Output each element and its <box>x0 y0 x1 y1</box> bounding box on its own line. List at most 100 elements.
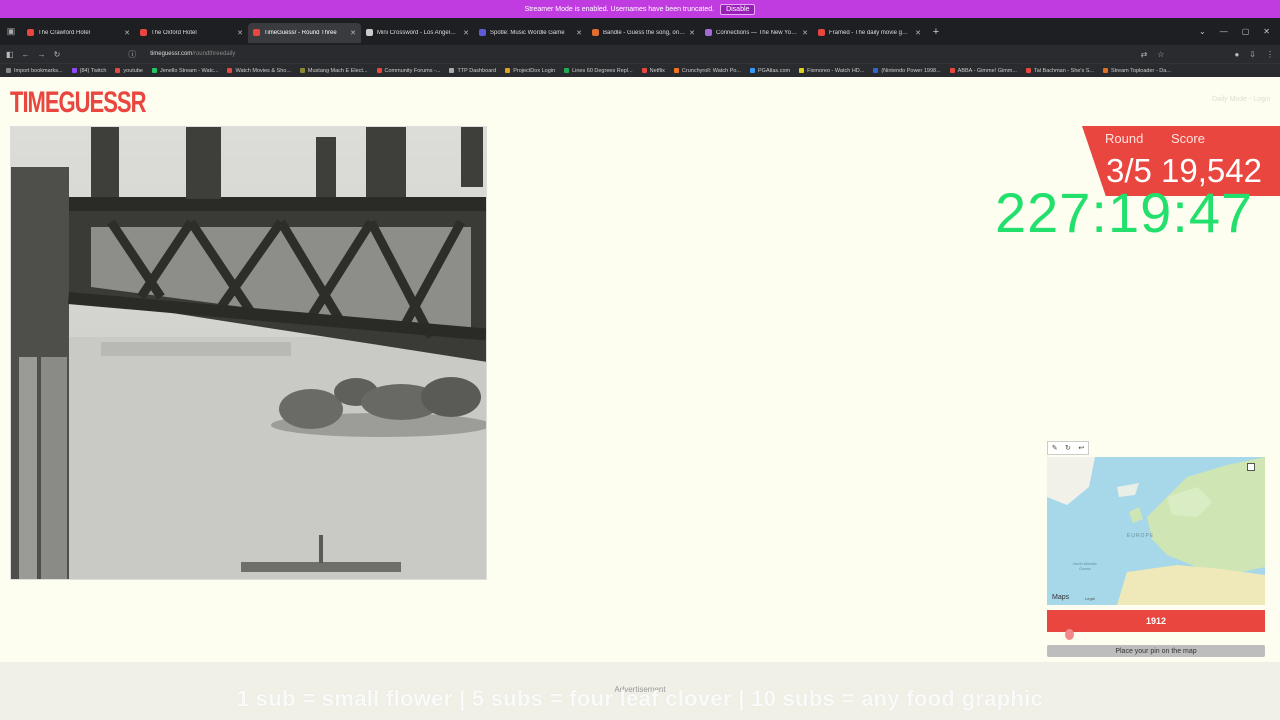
round-photo[interactable] <box>10 126 487 580</box>
bookmark-favicon <box>505 68 511 73</box>
site-info-icon[interactable]: ⓘ <box>128 49 136 60</box>
stream-overlay-text: 1 sub = small flower | 5 subs = four lea… <box>236 686 1044 711</box>
bookmark-label: Community Forums -... <box>384 67 441 74</box>
tab-2[interactable]: TimeGuessr - Round Three ✕ <box>248 22 361 43</box>
tab-3[interactable]: Mini Crossword - Los Angeles T ✕ <box>361 23 474 43</box>
draw-icon[interactable]: ✎ <box>1052 444 1058 452</box>
tab-favicon <box>818 29 825 36</box>
bookmark-label: Fixmoreo - Watch HD... <box>807 67 865 74</box>
bookmark-item[interactable]: PGAtlas.com <box>750 68 790 74</box>
extension-icon[interactable]: ● <box>1234 50 1239 59</box>
map-legal-link[interactable]: Legal <box>1085 596 1095 601</box>
new-tab-icon[interactable]: + <box>926 26 946 38</box>
disable-streamer-mode-button[interactable]: Disable <box>720 3 756 15</box>
forward-icon[interactable]: → <box>38 50 46 59</box>
tab-0[interactable]: The Crawford Hotel ✕ <box>22 23 135 43</box>
map-land-graphic <box>1047 457 1265 605</box>
bookmark-item[interactable]: ProjectDox Login <box>505 68 555 74</box>
bookmark-favicon <box>750 68 755 73</box>
close-tab-icon[interactable]: ✕ <box>576 29 582 37</box>
tab-title: Spotle: Music Wordle Game <box>490 29 565 36</box>
year-slider[interactable] <box>1047 633 1265 639</box>
tab-6[interactable]: Connections — The New York T ✕ <box>700 23 813 43</box>
bookmark-item[interactable]: TTP Dashboard <box>449 68 496 74</box>
tab-favicon <box>366 29 373 36</box>
rotate-icon[interactable]: ↻ <box>1065 444 1071 452</box>
tab-7[interactable]: Framed - The daily movie gues ✕ <box>813 23 926 43</box>
guess-map[interactable]: EUROPE North Atlantic Ocean Maps Legal <box>1047 457 1265 605</box>
tab-search-icon[interactable]: ⌄ <box>1199 27 1206 36</box>
bookmark-item[interactable]: Community Forums -... <box>376 67 441 74</box>
tab-4[interactable]: Spotle: Music Wordle Game ✕ <box>474 23 587 43</box>
score-label: Score <box>1171 131 1205 146</box>
bookmark-label: Crunchyroll: Watch Po... <box>681 67 741 74</box>
close-tab-icon[interactable]: ✕ <box>124 29 130 37</box>
bookmark-star-icon[interactable]: ☆ <box>1157 50 1164 59</box>
bookmark-label: Jenello Stream - Watc... <box>159 67 219 74</box>
countdown-timer: 227:19:47 <box>995 181 1254 244</box>
undo-icon[interactable]: ↩ <box>1078 444 1084 452</box>
close-tab-icon[interactable]: ✕ <box>689 29 695 37</box>
bookmark-label: Tal Bachman - She's S... <box>1033 67 1095 74</box>
close-tab-icon[interactable]: ✕ <box>802 29 808 37</box>
bookmark-item[interactable]: ABBA - Gimme! Gimm... <box>949 68 1017 74</box>
close-tab-icon[interactable]: ✕ <box>915 29 921 37</box>
tab-1[interactable]: The Oxford Hotel ✕ <box>135 23 248 43</box>
close-tab-icon[interactable]: ✕ <box>463 29 469 37</box>
bookmark-favicon <box>6 68 11 73</box>
bookmark-favicon <box>449 68 455 73</box>
bookmark-favicon <box>151 68 157 73</box>
bookmark-item[interactable]: Fixmoreo - Watch HD... <box>799 68 864 74</box>
login-link[interactable]: Daily Mode - Login <box>1212 96 1270 103</box>
close-window-icon[interactable]: ✕ <box>1263 27 1270 36</box>
bookmarks-bar: Import bookmarks... (84) Twitch youtube Jen… <box>0 63 1280 77</box>
bookmark-item[interactable]: Tal Bachman - She's S... <box>1025 67 1095 74</box>
url-path: /roundthreedaily <box>192 51 236 57</box>
bookmark-item[interactable]: youtube <box>115 68 143 74</box>
streamer-mode-text: Streamer Mode is enabled. Usernames have… <box>524 5 715 13</box>
translate-icon[interactable]: ⇄ <box>1141 50 1148 59</box>
bookmark-label: Netflix <box>649 67 665 74</box>
window-controls: ⌄ — ▢ ✕ <box>1199 27 1280 36</box>
downloads-icon[interactable]: ⇩ <box>1249 50 1256 59</box>
bookmark-label: Import bookmarks... <box>14 67 63 74</box>
bookmark-item[interactable]: Import bookmarks... <box>6 68 63 74</box>
bookmark-favicon <box>949 68 955 73</box>
bookmark-label: Watch Movies & Sho... <box>235 67 291 74</box>
bookmark-label: ProjectDox Login <box>513 67 556 74</box>
bookmark-item[interactable]: Lines 60 Degrees Repl... <box>564 68 633 74</box>
menu-icon[interactable]: ⋮ <box>1266 50 1274 59</box>
sidebar-icon[interactable]: ◧ <box>6 50 14 59</box>
address-bar-row: ◧ ← → ↻ ⓘ timeguessr.com/roundthreedaily… <box>0 45 1280 63</box>
tab-5[interactable]: Bandle - Guess the song, one in ✕ <box>587 23 700 43</box>
bookmark-favicon <box>376 68 382 73</box>
map-expand-icon[interactable] <box>1247 463 1255 471</box>
address-actions: ⇄ ☆ ● ⇩ ⋮ <box>1141 50 1274 59</box>
back-icon[interactable]: ← <box>22 50 30 59</box>
maps-brand: Maps <box>1052 594 1070 601</box>
reload-icon[interactable]: ↻ <box>54 50 61 59</box>
bookmark-item[interactable]: (84) Twitch <box>71 68 106 74</box>
timeguessr-logo[interactable]: TIMEGUESSR <box>10 85 146 120</box>
minimize-icon[interactable]: — <box>1220 27 1228 36</box>
bookmark-item[interactable]: Mustang Mach E Elect... <box>299 67 368 74</box>
bookmark-item[interactable]: Netflix <box>641 67 665 74</box>
close-tab-icon[interactable]: ✕ <box>350 29 356 37</box>
bookmark-item[interactable]: (Nintendo Power 1998... <box>873 68 941 74</box>
bookmark-item[interactable]: Watch Movies & Sho... <box>227 67 291 74</box>
place-pin-button[interactable]: Place your pin on the map <box>1047 645 1265 657</box>
bookmark-favicon <box>299 68 305 73</box>
tab-list-icon[interactable]: ▣ <box>0 18 22 45</box>
maximize-icon[interactable]: ▢ <box>1242 27 1250 36</box>
bookmark-label: Stream Toploader - Da... <box>1111 67 1171 74</box>
bookmark-item[interactable]: Stream Toploader - Da... <box>1103 68 1171 74</box>
bookmark-item[interactable]: Crunchyroll: Watch Po... <box>673 67 741 74</box>
close-tab-icon[interactable]: ✕ <box>237 29 243 37</box>
bookmark-item[interactable]: Jenello Stream - Watc... <box>151 67 219 74</box>
bookmark-label: Mustang Mach E Elect... <box>307 67 368 74</box>
bookmark-label: youtube <box>123 67 143 74</box>
url-field[interactable]: timeguessr.com/roundthreedaily <box>150 51 235 57</box>
bookmark-label: Lines 60 Degrees Repl... <box>572 67 633 74</box>
year-slider-thumb[interactable] <box>1064 629 1074 640</box>
bookmark-favicon <box>799 68 805 73</box>
